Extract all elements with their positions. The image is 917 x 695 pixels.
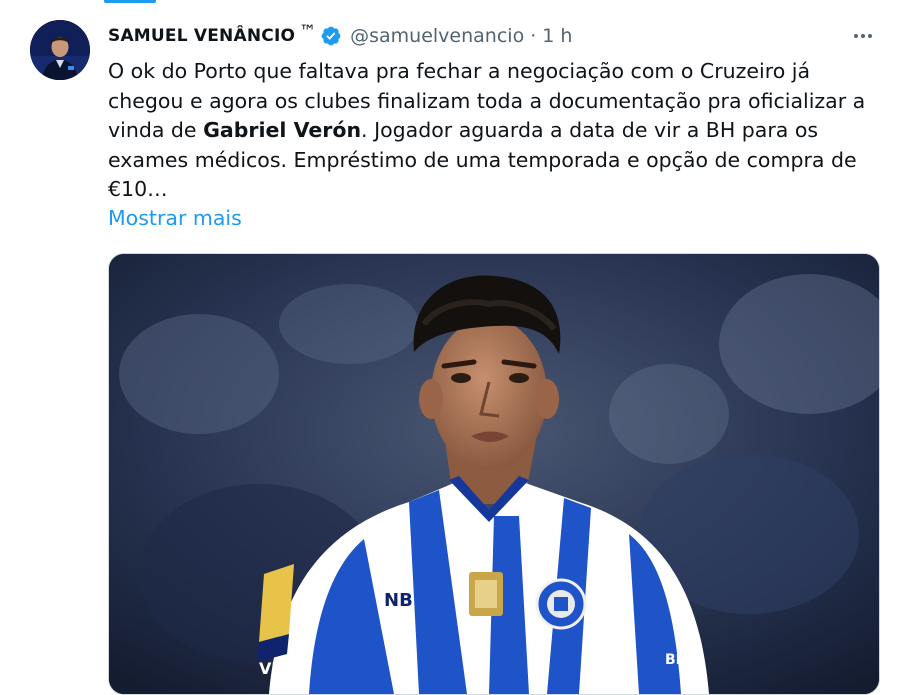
avatar[interactable] bbox=[30, 20, 90, 80]
verified-badge-icon bbox=[320, 25, 342, 47]
author-display-name[interactable]: SAMUEL VENÂNCIO bbox=[108, 26, 295, 46]
tweet-text: O ok do Porto que faltava pra fechar a n… bbox=[108, 57, 878, 205]
player-photo-icon: NB VIN BIN bbox=[109, 254, 879, 694]
more-horizontal-icon bbox=[854, 34, 872, 38]
jersey-sponsor-logo: NB bbox=[384, 590, 413, 611]
more-options-button[interactable] bbox=[849, 22, 877, 50]
jersey-sleeve-logo-right: BIN bbox=[665, 652, 693, 668]
trademark-symbol: ™ bbox=[299, 22, 317, 42]
user-avatar-icon bbox=[30, 20, 90, 80]
tweet-media-image[interactable]: NB VIN BIN bbox=[108, 253, 880, 695]
tweet-header: SAMUEL VENÂNCIO ™ @samuelvenancio · 1 h bbox=[108, 22, 572, 50]
jersey-sleeve-logo: VIN bbox=[259, 659, 291, 678]
separator-dot: · bbox=[530, 25, 537, 47]
author-handle[interactable]: @samuelvenancio bbox=[350, 25, 524, 47]
tweet-text-bold-name: Gabriel Verón bbox=[203, 118, 362, 142]
tweet-card[interactable]: SAMUEL VENÂNCIO ™ @samuelvenancio · 1 h … bbox=[0, 0, 917, 695]
show-more-link[interactable]: Mostrar mais bbox=[108, 204, 242, 233]
tweet-timestamp[interactable]: 1 h bbox=[542, 25, 572, 47]
